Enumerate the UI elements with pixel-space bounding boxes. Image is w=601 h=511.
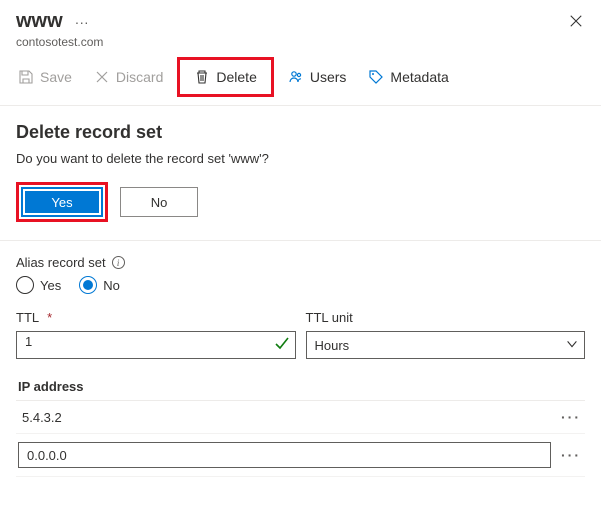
tag-icon xyxy=(368,69,384,85)
ttl-input[interactable]: 1 xyxy=(16,331,296,359)
alias-no-label: No xyxy=(103,278,120,293)
ip-row-new: 0.0.0.0 ··· xyxy=(16,434,585,477)
ttl-unit-select[interactable]: Hours xyxy=(306,331,586,359)
alias-label: Alias record set xyxy=(16,255,106,270)
confirm-question: Do you want to delete the record set 'ww… xyxy=(16,151,585,166)
ttl-label: TTL xyxy=(16,310,39,325)
save-button: Save xyxy=(10,63,80,91)
trash-icon xyxy=(194,69,210,85)
users-button[interactable]: Users xyxy=(280,63,355,91)
confirm-yes-button[interactable]: Yes xyxy=(23,189,101,215)
required-star: * xyxy=(47,310,52,325)
discard-button: Discard xyxy=(86,63,171,91)
confirm-no-button[interactable]: No xyxy=(120,187,198,217)
radio-icon xyxy=(79,276,97,294)
alias-yes-label: Yes xyxy=(40,278,61,293)
users-icon xyxy=(288,69,304,85)
metadata-label: Metadata xyxy=(390,69,448,85)
close-icon xyxy=(569,14,583,28)
ip-column-header: IP address xyxy=(18,379,84,394)
close-button[interactable] xyxy=(569,14,583,31)
chevron-down-icon xyxy=(565,337,579,354)
more-icon[interactable]: ··· xyxy=(71,13,93,31)
metadata-button[interactable]: Metadata xyxy=(360,63,456,91)
alias-radio-no[interactable]: No xyxy=(79,276,120,294)
page-title: www xyxy=(16,10,63,33)
ip-new-input[interactable]: 0.0.0.0 xyxy=(18,442,551,468)
check-icon xyxy=(274,336,290,355)
ttl-unit-value: Hours xyxy=(315,338,350,353)
save-label: Save xyxy=(40,69,72,85)
radio-icon xyxy=(16,276,34,294)
divider xyxy=(0,240,601,241)
discard-label: Discard xyxy=(116,69,163,85)
zone-subtitle: contosotest.com xyxy=(16,35,585,49)
delete-label: Delete xyxy=(216,69,256,85)
row-more-button[interactable]: ··· xyxy=(559,409,583,425)
confirm-heading: Delete record set xyxy=(16,122,585,143)
ip-row: 5.4.3.2 ··· xyxy=(16,401,585,434)
row-more-button[interactable]: ··· xyxy=(559,447,583,463)
ttl-unit-label: TTL unit xyxy=(306,310,353,325)
alias-radio-group[interactable]: Yes No xyxy=(16,276,585,294)
ip-value: 5.4.3.2 xyxy=(18,410,551,425)
delete-button[interactable]: Delete xyxy=(186,63,264,91)
save-icon xyxy=(18,69,34,85)
info-icon[interactable]: i xyxy=(112,256,125,269)
alias-radio-yes[interactable]: Yes xyxy=(16,276,61,294)
discard-icon xyxy=(94,69,110,85)
users-label: Users xyxy=(310,69,347,85)
